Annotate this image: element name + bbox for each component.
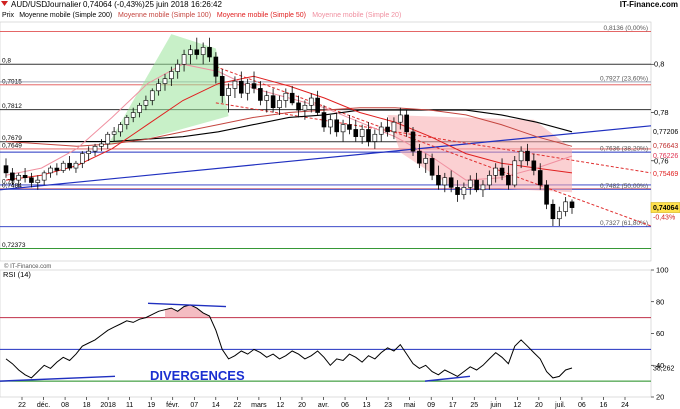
date-tick-label: 06 (341, 402, 349, 409)
date-tick-label: 18 (83, 402, 91, 409)
value-tag-label-0: 0,77206 (653, 129, 678, 136)
level-label-0: 0,8136 (0,00%) (604, 25, 648, 32)
level-label-7: 0,7636 (38,20%) (600, 146, 648, 153)
period-label: Journalier (46, 0, 81, 9)
date-tick-label: juin (489, 402, 501, 409)
copyright-label: © IT-Finance.com (4, 263, 51, 270)
level-label-4: 0,7812 (2, 103, 22, 110)
rsi-tick-label: 80 (656, 297, 664, 306)
level-label-12: 0,72373 (2, 242, 26, 249)
date-tick-label: 13 (363, 402, 371, 409)
level-label-6: 0,7649 (2, 142, 22, 149)
date-tick-label: 07 (190, 402, 198, 409)
value-tag-label-2: 0,75469 (653, 171, 678, 178)
value-tag-label-1: 0,76643 (653, 143, 678, 150)
rsi-current-value: 38,262 (653, 366, 675, 373)
date-tick-label: 16 (600, 402, 608, 409)
date-tick-label: 08 (61, 402, 69, 409)
date-tick-label: 22 (18, 402, 26, 409)
rsi-title: RSI (14) (3, 270, 31, 279)
date-tick-label: mai (404, 402, 416, 409)
date-tick-label: 14 (212, 402, 220, 409)
date-tick-label: 19 (147, 402, 155, 409)
datetime-label: 25 juin 2018 16:26:42 (145, 0, 223, 9)
candle (512, 155, 518, 188)
change-label: -0,43% (653, 215, 675, 222)
level-label-3: 0,7927 (23,60%) (600, 75, 648, 82)
level-label-1: 0,8 (2, 58, 11, 65)
price-tick-label: 0,78 (654, 108, 669, 117)
symbol-label: AUD/USD (11, 0, 47, 9)
date-tick-label: 12 (277, 402, 285, 409)
date-tick-label: 23 (384, 402, 392, 409)
date-tick-label: déc. (37, 402, 50, 409)
date-tick-label: 24 (621, 402, 629, 409)
date-tick-label: 20 (298, 402, 306, 409)
date-tick-label: 20 (535, 402, 543, 409)
date-tick-label: 11 (126, 402, 133, 409)
legend-item-0: Prix (2, 12, 15, 19)
date-tick-label: juil. (554, 402, 566, 409)
date-tick-label: 2018 (100, 402, 116, 409)
legend-item-4: Moyenne mobile (Simple 20) (312, 12, 401, 19)
rsi-tick-label: 60 (656, 329, 664, 338)
date-tick-label: 25 (470, 402, 478, 409)
brand-label: IT-Finance.com (620, 0, 678, 9)
legend-item-3: Moyenne mobile (Simple 50) (217, 12, 306, 19)
value-tag-label-4: 0,74064 (653, 205, 678, 212)
rsi-tick-label: 20 (656, 393, 664, 402)
rsi-tick-label: 100 (656, 266, 669, 275)
chart-canvas: AUD/USD Journalier 0,74064 (-0,43%) 25 j… (0, 0, 680, 409)
date-tick-label: 06 (578, 402, 586, 409)
price-panel: 0,8136 (0,00%)0,80,7915 0,7927 (23,60%)0,… (0, 21, 680, 270)
price-tick-label: 0,8 (654, 60, 664, 69)
date-tick-label: 09 (427, 402, 435, 409)
date-tick-label: 22 (233, 402, 241, 409)
bearish-arrow-icon (1, 1, 8, 6)
price-label: 0,74064 (-0,43%) (83, 0, 145, 9)
value-tag-label-3: 0,76226 (653, 153, 678, 160)
rsi-panel: RSI (14) 1008060402038,262 DIVERGENCES (0, 266, 675, 402)
date-tick-label: avr. (318, 402, 329, 409)
divergences-annotation: DIVERGENCES (150, 368, 245, 383)
date-tick-label: 12 (513, 402, 521, 409)
date-tick-label: mars (251, 402, 267, 409)
header: AUD/USD Journalier 0,74064 (-0,43%) 25 j… (1, 0, 678, 9)
x-axis: 22 déc. 08 18 2018 11 19 févr. 07 14 22 mars 12 20 avr… (18, 397, 629, 409)
legend-item-2: Moyenne mobile (Simple 100) (118, 12, 211, 19)
date-tick-label: févr. (166, 402, 179, 409)
level-label-10: 0,7482 (50,00%) (600, 183, 648, 190)
legend: Prix Moyenne mobile (Simple 200) Moyenne m… (2, 12, 401, 19)
date-tick-label: 17 (449, 402, 457, 409)
level-label-11: 0,7327 (61,80%) (600, 220, 648, 227)
legend-item-1: Moyenne mobile (Simple 200) (19, 12, 112, 19)
